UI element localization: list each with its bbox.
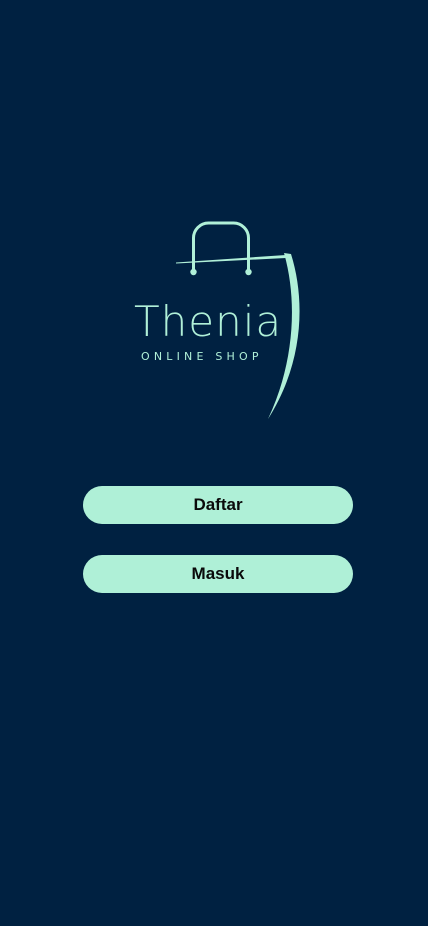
brand-name: Thenia bbox=[134, 297, 283, 346]
shopping-bag-icon bbox=[176, 221, 300, 419]
brand-tagline: ONLINE SHOP bbox=[141, 350, 263, 363]
register-button[interactable]: Daftar bbox=[83, 486, 353, 524]
app-logo: Thenia ONLINE SHOP bbox=[0, 0, 428, 460]
login-button[interactable]: Masuk bbox=[83, 555, 353, 593]
